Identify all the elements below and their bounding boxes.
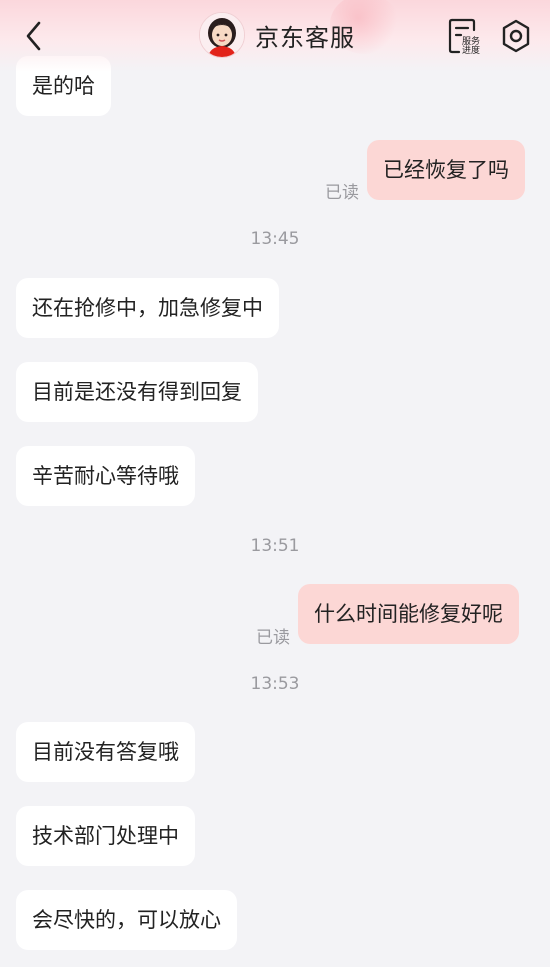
- service-progress-icon: 服务 进度: [448, 18, 480, 56]
- message-bubble-incoming[interactable]: 目前没有答复哦: [16, 722, 195, 782]
- back-button[interactable]: [20, 18, 48, 54]
- chat-title-group[interactable]: 京东客服: [199, 12, 355, 58]
- chat-header: 京东客服 服务 进度: [0, 0, 550, 72]
- timestamp: 13:51: [250, 536, 300, 556]
- gear-icon: [502, 19, 530, 53]
- message-bubble-incoming[interactable]: 还在抢修中，加急修复中: [16, 278, 279, 338]
- message-bubble-outgoing[interactable]: 什么时间能修复好呢: [298, 584, 519, 644]
- chat-title: 京东客服: [255, 23, 355, 52]
- service-progress-button[interactable]: 服务 进度: [446, 17, 484, 56]
- avatar[interactable]: [199, 12, 245, 58]
- timestamp: 13:45: [250, 229, 300, 249]
- agent-avatar-icon: [200, 13, 244, 57]
- message-bubble-outgoing[interactable]: 已经恢复了吗: [367, 140, 525, 200]
- service-label-line2: 进度: [462, 44, 480, 55]
- settings-button[interactable]: [499, 17, 533, 55]
- message-bubble-incoming[interactable]: 技术部门处理中: [16, 806, 195, 866]
- timestamp: 13:53: [250, 674, 300, 694]
- chevron-left-icon: [26, 21, 41, 51]
- message-bubble-incoming[interactable]: 辛苦耐心等待哦: [16, 446, 195, 506]
- read-status: 已读: [325, 183, 359, 203]
- read-status: 已读: [256, 628, 290, 648]
- message-bubble-incoming[interactable]: 目前是还没有得到回复: [16, 362, 258, 422]
- message-bubble-incoming[interactable]: 会尽快的，可以放心: [16, 890, 237, 950]
